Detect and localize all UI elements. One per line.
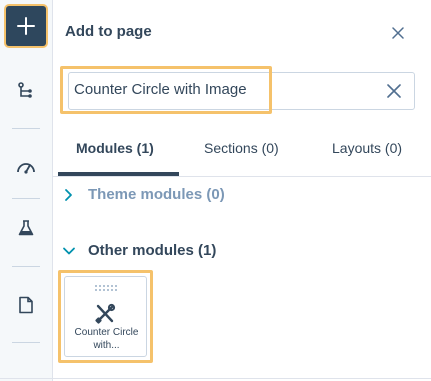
- close-button[interactable]: [387, 22, 409, 44]
- tab-bar: Modules (1) Sections (0) Layouts (0): [53, 128, 431, 177]
- tab-modules[interactable]: Modules (1): [76, 140, 154, 156]
- add-button[interactable]: [6, 6, 46, 46]
- tab-sections[interactable]: Sections (0): [204, 140, 279, 156]
- section-other-modules[interactable]: Other modules (1): [62, 242, 216, 259]
- panel-title: Add to page: [65, 23, 152, 40]
- section-label: Other modules (1): [88, 242, 217, 259]
- page-button[interactable]: [4, 283, 48, 327]
- rail-divider: [12, 266, 40, 267]
- flask-icon: [18, 220, 34, 236]
- gauge-icon: [17, 163, 35, 174]
- search-highlight: [60, 66, 272, 114]
- clear-search-button[interactable]: [384, 81, 404, 101]
- tab-layouts[interactable]: Layouts (0): [332, 140, 402, 156]
- section-theme-modules[interactable]: Theme modules (0): [62, 186, 225, 203]
- close-icon: [392, 27, 404, 39]
- plus-icon: [17, 17, 35, 35]
- chevron-down-icon: [63, 247, 75, 254]
- test-button[interactable]: [4, 206, 48, 250]
- left-rail: [0, 0, 53, 381]
- rail-divider: [12, 198, 40, 199]
- module-card-highlight: [58, 270, 153, 363]
- optimize-button[interactable]: [4, 145, 48, 189]
- section-label: Theme modules (0): [88, 186, 225, 203]
- tree-icon: [18, 82, 32, 98]
- rail-divider: [12, 342, 40, 343]
- chevron-right-icon: [65, 188, 72, 201]
- document-icon: [19, 296, 33, 314]
- active-tab-indicator: [58, 172, 179, 176]
- clear-icon: [387, 84, 401, 98]
- bottom-divider: [0, 378, 431, 379]
- rail-divider: [12, 128, 40, 129]
- add-to-page-panel: Add to page Modules (1) Sections (0) Lay…: [53, 0, 431, 381]
- structure-button[interactable]: [4, 69, 48, 113]
